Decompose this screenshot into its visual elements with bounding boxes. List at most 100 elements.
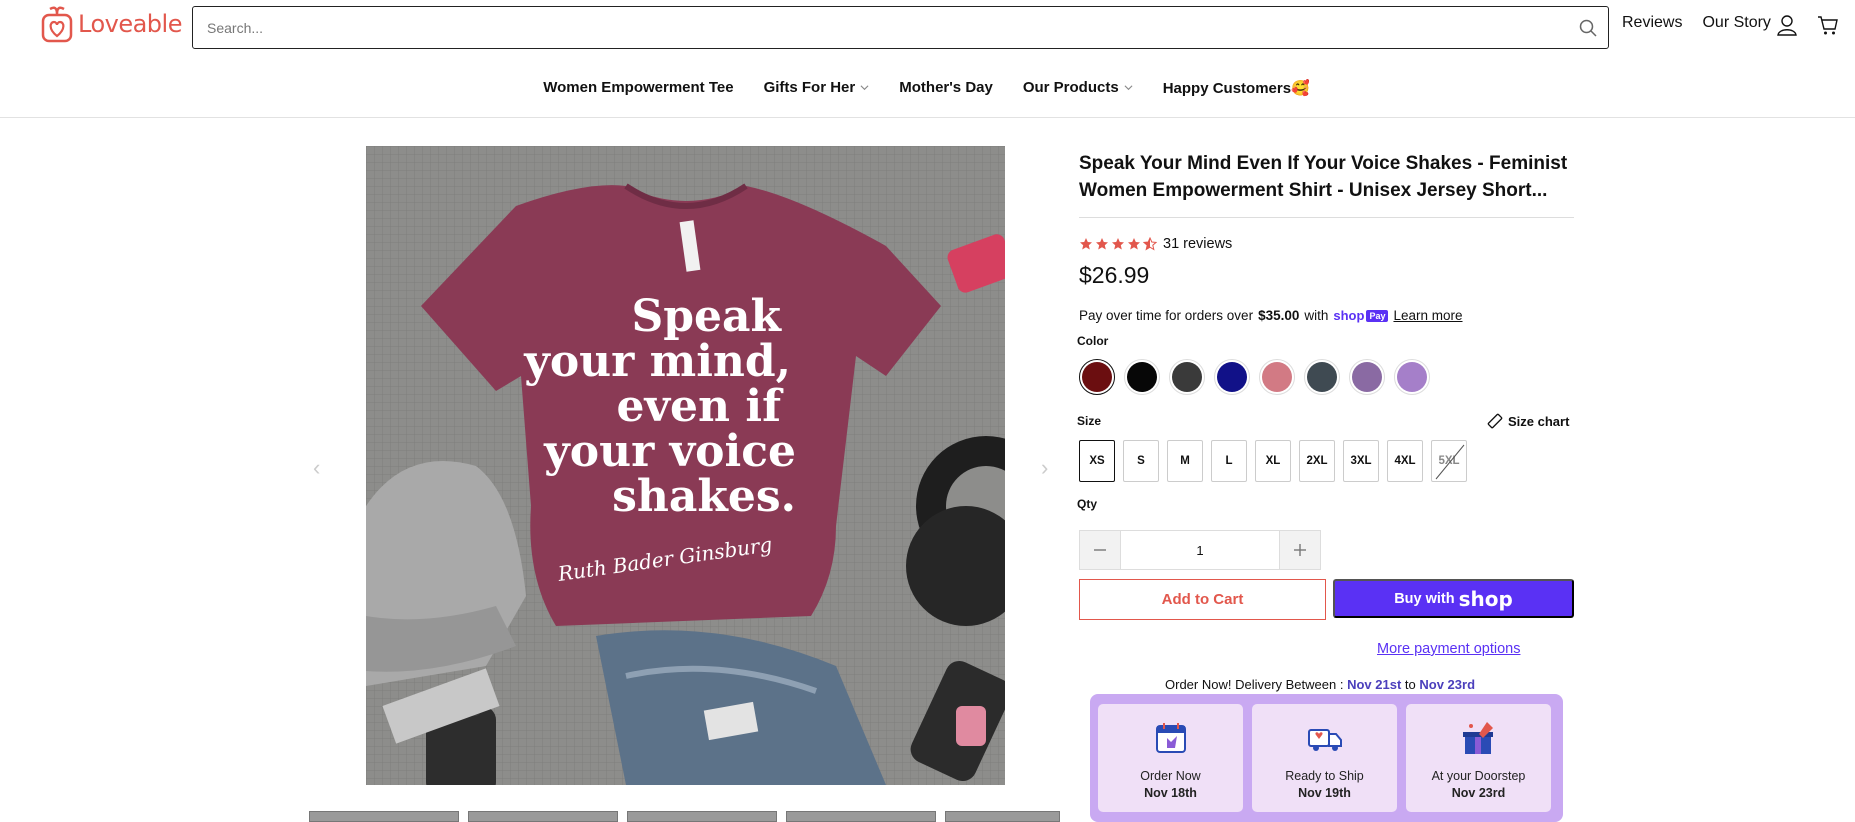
nav-label: Gifts For Her [763,79,856,96]
delivery-to: Nov 23rd [1419,677,1476,692]
shirt-quote-line: shakes. [612,471,796,522]
truck-icon [1307,729,1342,751]
nav-gifts-for-her[interactable]: Gifts For Her [764,79,872,96]
step-date: Nov 19th [1298,786,1351,800]
gallery-next-arrow-icon[interactable]: › [1041,455,1055,480]
chevron-down-icon [860,85,869,91]
nav-label: Women Empowerment Tee [543,79,734,96]
step-date: Nov 23rd [1451,786,1506,800]
color-swatch-dark-grey[interactable] [1169,359,1205,395]
product-price: $26.99 [1079,262,1150,288]
thumbnail[interactable] [309,811,459,822]
delivery-step-ship: Ready to Ship Nov 19th [1252,704,1397,812]
plus-icon [1294,544,1306,556]
shop-pay-badge: Pay [1366,309,1389,322]
site-header: Loveable Reviews Our Story [0,0,1855,58]
ruler-icon [1487,413,1503,429]
thumbnail[interactable] [786,811,936,822]
color-swatch-navy[interactable] [1214,359,1250,395]
delivery-estimate: Order Now! Delivery Between : Nov 21st t… [1165,677,1475,692]
qty-increase-button[interactable] [1280,531,1320,569]
step-title: At your Doorstep [1431,769,1526,783]
logo[interactable]: Loveable [40,0,182,48]
more-payment-options-link[interactable]: More payment options [1377,641,1520,657]
color-swatch-purple[interactable] [1349,359,1385,395]
star-full-icon [1096,238,1108,250]
product-rating[interactable]: 31 reviews [1079,236,1232,252]
color-swatch-black[interactable] [1124,359,1160,395]
size-option-5xl[interactable]: 5XL [1431,440,1467,482]
color-swatch-pink[interactable] [1259,359,1295,395]
step-title: Order Now [1140,769,1201,783]
step-title: Ready to Ship [1285,769,1364,783]
user-account-icon[interactable] [1776,14,1798,36]
shop-pay-logo: shop Pay [1333,308,1389,323]
thumbnail[interactable] [468,811,618,822]
delivery-timeline: Order Now Nov 18th Ready to Ship Nov 19t… [1090,694,1563,822]
gallery-prev-arrow-icon[interactable]: ‹ [313,455,327,480]
main-nav: Women Empowerment Tee Gifts For Her Moth… [0,58,1855,118]
pay-over-text: Pay over time for orders over [1079,308,1254,323]
qty-label: Qty [1077,497,1098,511]
qty-input[interactable]: 1 [1120,531,1280,569]
add-to-cart-button[interactable]: Add to Cart [1079,579,1326,620]
size-option-xl[interactable]: XL [1255,440,1291,482]
logo-text: Loveable [78,10,182,38]
nav-women-empowerment-tee[interactable]: Women Empowerment Tee [543,79,735,96]
star-half-icon [1143,237,1157,251]
color-swatch-maroon[interactable] [1079,359,1115,395]
size-label: Size [1077,414,1102,428]
gift-heart-logo-icon [41,6,73,43]
star-full-icon [1128,238,1140,250]
product-main-image[interactable]: Speak your mind, even if your voice shak… [366,146,1005,785]
nav-label: Happy Customers🥰 [1162,79,1310,97]
our-story-link[interactable]: Our Story [1702,14,1770,32]
delivery-to-word: to [1404,677,1416,692]
cart-icon[interactable] [1817,14,1839,36]
nav-our-products[interactable]: Our Products [1023,79,1135,96]
search-icon[interactable] [1568,8,1608,48]
delivery-step-doorstep: At your Doorstep Nov 23rd [1406,704,1551,812]
color-swatch-slate[interactable] [1304,359,1340,395]
delivery-from: Nov 21st [1347,677,1402,692]
color-label: Color [1077,334,1109,348]
buy-with-label: Buy with [1394,590,1455,607]
star-rating [1079,237,1157,251]
size-option-4xl[interactable]: 4XL [1387,440,1423,482]
shirt-quote-line: Speak [631,291,782,342]
search-input[interactable] [193,7,1568,48]
nav-mothers-day[interactable]: Mother's Day [899,79,995,96]
color-swatch-lilac[interactable] [1394,359,1430,395]
nav-happy-customers[interactable]: Happy Customers🥰 [1163,79,1312,97]
soldout-cross-icon [1435,444,1465,480]
size-chart-label: Size chart [1508,413,1570,429]
pay-over-amount: $35.00 [1258,308,1300,323]
thumbnail[interactable] [627,811,777,822]
chevron-down-icon [1124,85,1133,91]
size-option-3xl[interactable]: 3XL [1343,440,1379,482]
delivery-step-order: Order Now Nov 18th [1098,704,1243,812]
product-title: Speak Your Mind Even If Your Voice Shake… [1079,153,1568,201]
size-option-xs[interactable]: XS [1079,440,1115,482]
buy-with-shop-button[interactable]: Buy with shop [1333,579,1574,618]
size-chart-link[interactable]: Size chart [1487,413,1569,429]
size-option-2xl[interactable]: 2XL [1299,440,1335,482]
qty-decrease-button[interactable] [1080,531,1120,569]
divider [1079,217,1574,218]
size-option-l[interactable]: L [1211,440,1247,482]
size-option-s[interactable]: S [1123,440,1159,482]
star-full-icon [1080,238,1092,250]
size-option-m[interactable]: M [1167,440,1203,482]
thumbnail-strip [309,811,1060,822]
minus-icon [1094,549,1106,551]
gift-icon [1462,722,1493,754]
reviews-link[interactable]: Reviews [1622,14,1682,32]
pay-over-time: Pay over time for orders over $35.00 wit… [1079,308,1463,323]
quantity-stepper: 1 [1079,530,1321,570]
shop-logo-word: shop [1458,586,1513,611]
step-date: Nov 18th [1144,786,1197,800]
learn-more-link[interactable]: Learn more [1393,308,1462,323]
nav-label: Mother's Day [899,79,993,96]
thumbnail[interactable] [945,811,1060,822]
shirt-quote-line: even if [616,381,784,432]
